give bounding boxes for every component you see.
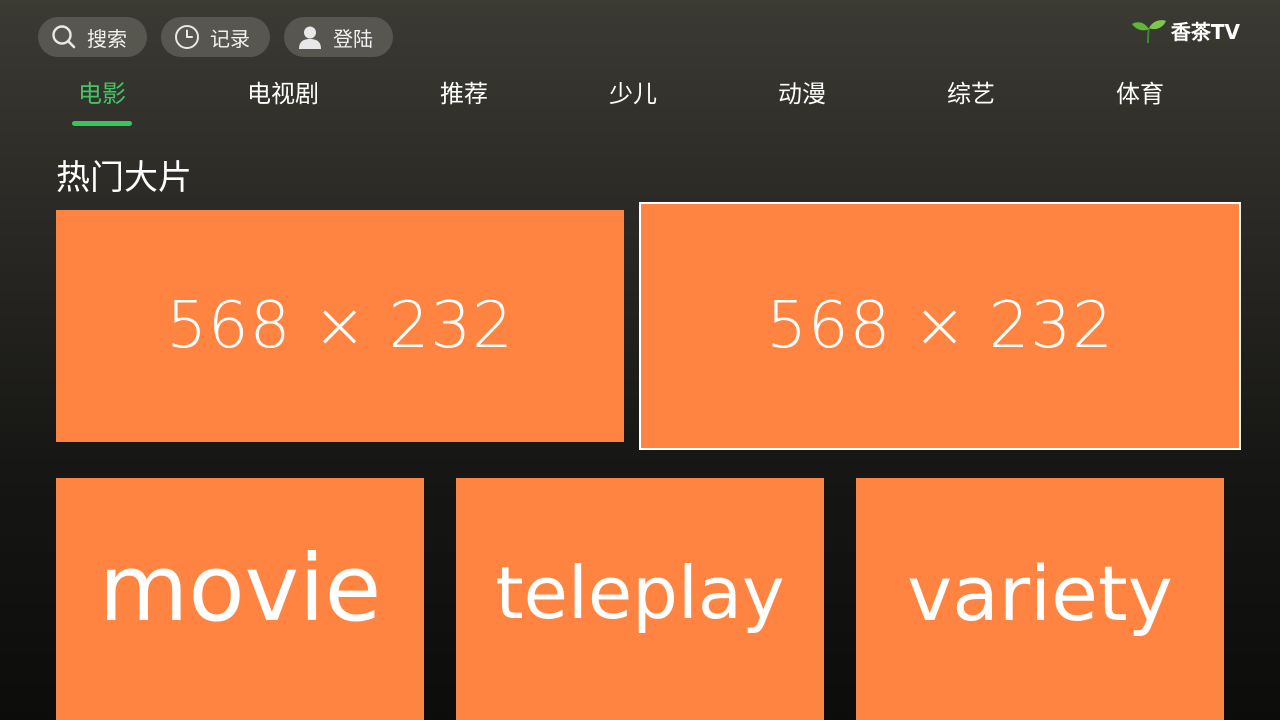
search-button[interactable]: 搜索: [38, 17, 147, 57]
history-button[interactable]: 记录: [161, 17, 270, 57]
banner-placeholder-label: 568 × 232: [766, 289, 1114, 363]
login-button-label: 登陆: [333, 26, 373, 51]
active-tab-indicator: [72, 121, 132, 126]
user-icon: [297, 24, 323, 50]
category-tile-label: teleplay: [495, 551, 785, 635]
clock-icon: [174, 24, 200, 50]
search-button-label: 搜索: [87, 26, 127, 51]
category-tile-label: movie: [98, 534, 382, 642]
tab-recommended[interactable]: 推荐: [404, 74, 524, 109]
banner-placeholder-label: 568 × 232: [166, 289, 514, 363]
category-tile-teleplay[interactable]: teleplay: [456, 478, 824, 720]
tab-kids[interactable]: 少儿: [573, 74, 693, 109]
search-icon: [51, 24, 77, 50]
history-button-label: 记录: [210, 26, 250, 51]
tab-movie[interactable]: 电影: [42, 74, 162, 109]
category-tile-label: variety: [907, 548, 1173, 638]
section-title: 热门大片: [56, 158, 192, 198]
top-toolbar: 搜索 记录 登陆: [38, 17, 393, 57]
tab-variety[interactable]: 综艺: [911, 74, 1031, 109]
tab-sports[interactable]: 体育: [1080, 74, 1200, 109]
featured-banner-2[interactable]: 568 × 232: [639, 202, 1241, 450]
featured-banner-1[interactable]: 568 × 232: [56, 210, 624, 442]
brand-logo: 香茶TV: [1131, 16, 1240, 45]
login-button[interactable]: 登陆: [284, 17, 393, 57]
tab-tv-series[interactable]: 电视剧: [223, 74, 343, 109]
leaf-icon: [1131, 18, 1167, 44]
category-tile-movie[interactable]: movie: [56, 478, 424, 720]
category-tile-variety[interactable]: variety: [856, 478, 1224, 720]
category-tabs: 电影 电视剧 推荐 少儿 动漫 综艺 体育: [0, 74, 1280, 130]
brand-name: 香茶TV: [1170, 20, 1240, 44]
tab-anime[interactable]: 动漫: [742, 74, 862, 109]
